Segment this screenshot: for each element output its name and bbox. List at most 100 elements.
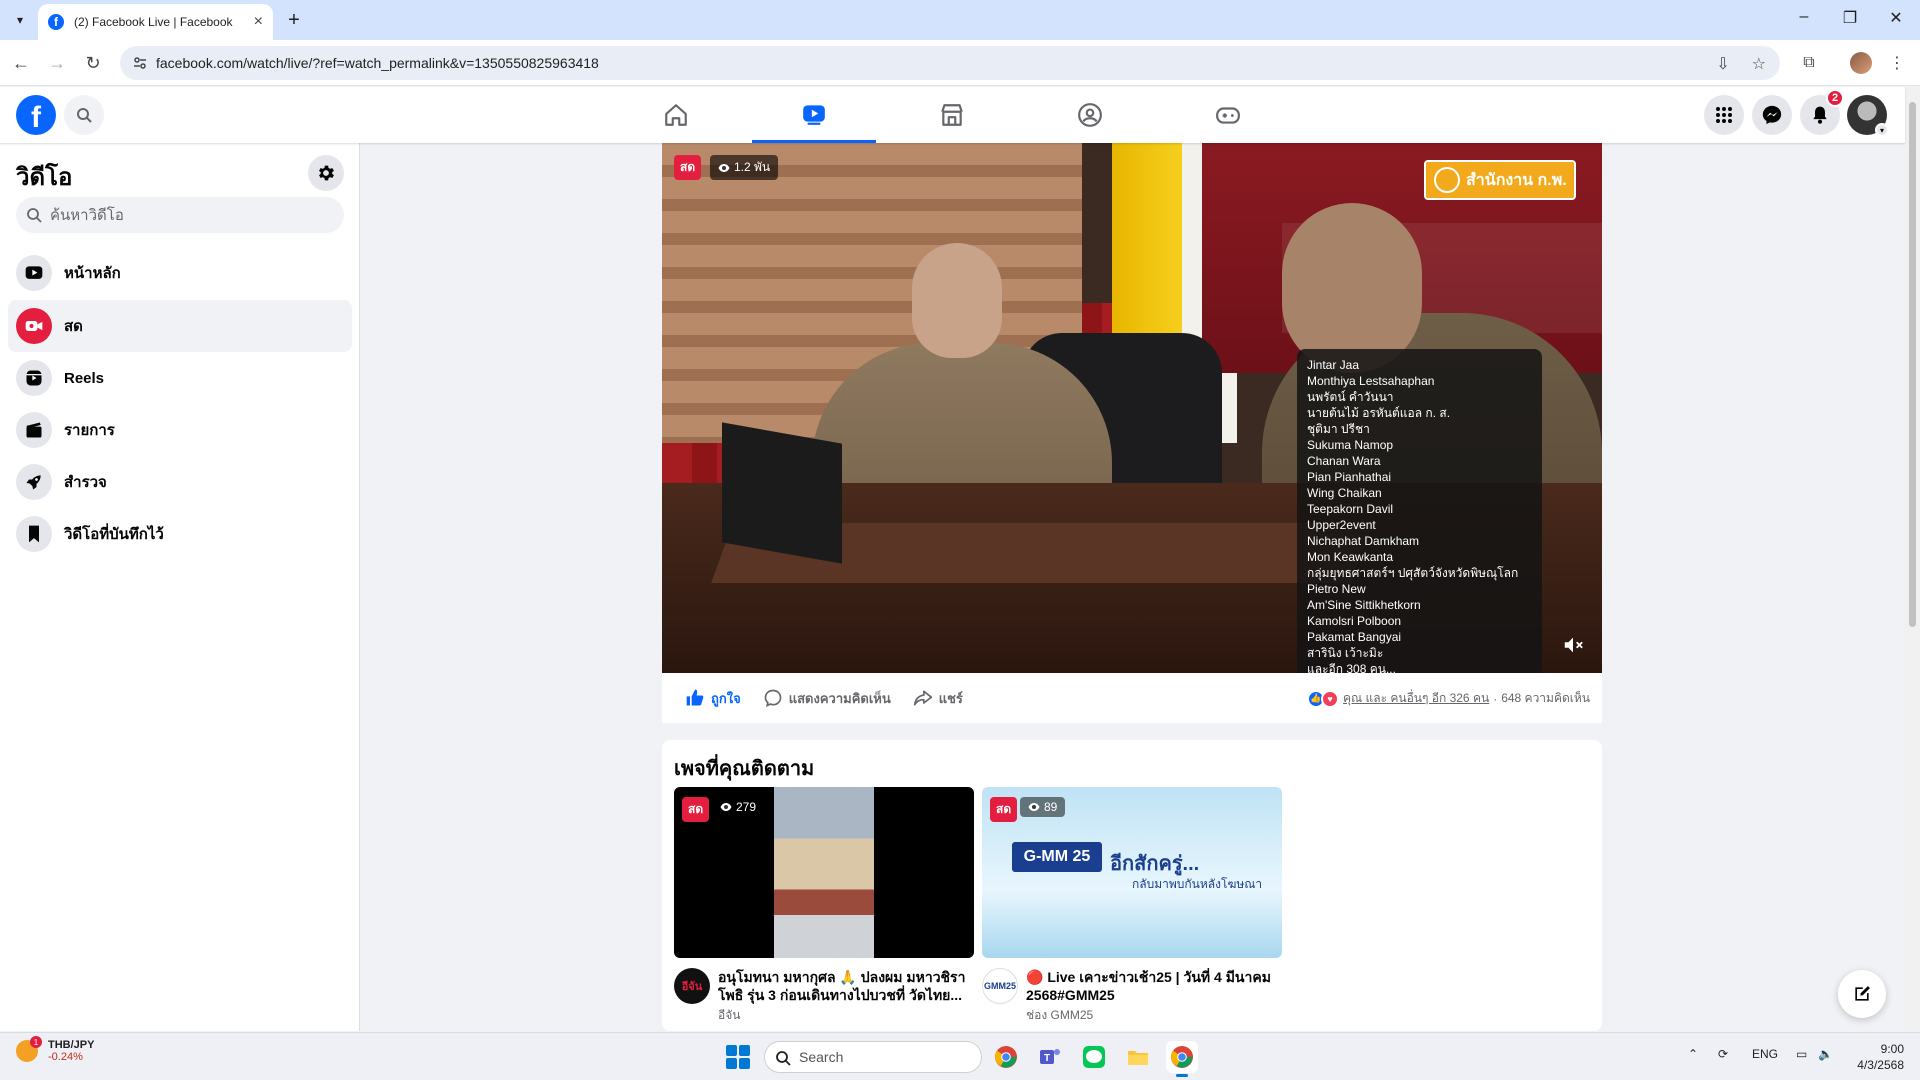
settings-gear-icon[interactable]	[308, 155, 344, 191]
ticker-change: -0.24%	[48, 1051, 83, 1063]
video-thumbnail[interactable]: สด 279	[674, 787, 974, 958]
watch-sidebar: วิดีโอ ค้นหาวิดีโอ หน้าหลัก สด Reels ราย…	[0, 143, 360, 1031]
volume-icon[interactable]: 🔈	[1818, 1047, 1833, 1061]
sidebar-item-home[interactable]: หน้าหลัก	[8, 247, 352, 299]
share-arrow-icon	[913, 690, 932, 706]
live-badge: สด	[990, 797, 1018, 822]
tab-search-chevron-icon[interactable]: ▾	[8, 8, 32, 32]
sidebar-item-saved[interactable]: วิดีโอที่บันทึกไว้	[8, 508, 352, 560]
browser-tab-bar: ▾ f (2) Facebook Live | Facebook × + – ❐…	[0, 0, 1920, 40]
address-bar[interactable]: facebook.com/watch/live/?ref=watch_perma…	[120, 46, 1780, 80]
system-clock[interactable]: 9:00 4/3/2568	[1850, 1041, 1904, 1073]
facebook-logo-icon[interactable]: f	[16, 95, 56, 135]
like-button[interactable]: ถูกใจ	[685, 688, 741, 709]
sidebar-item-shows[interactable]: รายการ	[8, 404, 352, 456]
viewer-name: Mon Keawkanta	[1307, 550, 1394, 564]
nav-groups-icon[interactable]	[1028, 87, 1152, 143]
nav-marketplace-icon[interactable]	[890, 87, 1014, 143]
live-video-player[interactable]: สด 1.2 พัน สำนักงาน ก.พ. Jintar Jaa Mont…	[662, 143, 1602, 673]
url-text: facebook.com/watch/live/?ref=watch_perma…	[156, 55, 599, 71]
new-message-compose-icon[interactable]	[1838, 970, 1886, 1018]
bookmark-star-icon[interactable]: ☆	[1752, 54, 1766, 74]
live-video-card[interactable]: G-MM 25 อีกสักครู่... กลับมาพบกันหลังโฆษ…	[982, 787, 1282, 1025]
eye-icon	[720, 803, 732, 811]
viewer-name: นพรัตน์ คำวันนา	[1307, 390, 1394, 404]
notifications-bell-icon[interactable]: 2	[1800, 89, 1844, 135]
sidebar-title: วิดีโอ	[16, 164, 73, 191]
site-info-icon[interactable]	[132, 55, 148, 71]
sidebar-item-explore[interactable]: สำรวจ	[8, 456, 352, 508]
page-name[interactable]: อีจัน	[718, 1006, 974, 1025]
comment-button[interactable]: แสดงความคิดเห็น	[763, 688, 891, 709]
close-window-icon[interactable]: ✕	[1876, 8, 1916, 28]
windows-start-icon[interactable]	[726, 1045, 750, 1069]
facebook-search-icon[interactable]	[64, 95, 104, 135]
line-app-icon[interactable]	[1078, 1041, 1110, 1073]
section-title: เพจที่คุณติดตาม	[674, 758, 815, 780]
network-icon[interactable]: ▭	[1796, 1047, 1807, 1061]
menu-grid-icon[interactable]	[1704, 95, 1744, 135]
video-title[interactable]: 🔴 Live เคาะข่าวเช้า25 | วันที่ 4 มีนาคม …	[1026, 968, 1282, 1004]
currency-widget[interactable]: 1 THB/JPY -0.24%	[16, 1036, 95, 1063]
video-search-input[interactable]: ค้นหาวิดีโอ	[16, 197, 344, 233]
nav-gaming-icon[interactable]	[1166, 87, 1290, 143]
account-chevron-icon[interactable]: ▾	[1875, 123, 1889, 137]
scrollbar-thumb[interactable]	[1909, 102, 1916, 627]
sidebar-item-label: รายการ	[64, 422, 115, 439]
install-app-icon[interactable]: ⇩	[1716, 54, 1729, 74]
viewer-name: นายต้นไม้ อรหันต์แอล ก. ส.	[1307, 406, 1451, 420]
reload-icon[interactable]: ↻	[80, 50, 106, 76]
back-arrow-icon[interactable]: ←	[8, 50, 34, 76]
messenger-icon[interactable]	[1752, 95, 1792, 135]
page-name[interactable]: ช่อง GMM25	[1026, 1006, 1282, 1025]
minimize-icon[interactable]: –	[1784, 8, 1824, 26]
explore-rocket-icon	[16, 464, 52, 500]
new-tab-button[interactable]: +	[282, 8, 306, 32]
chrome-active-app-icon[interactable]	[1166, 1041, 1198, 1077]
sync-icon[interactable]: ⟳	[1718, 1047, 1728, 1061]
nav-home-icon[interactable]	[614, 87, 738, 143]
sidebar-item-reels[interactable]: Reels	[8, 352, 352, 404]
sidebar-item-live[interactable]: สด	[8, 300, 352, 352]
nav-watch-icon[interactable]	[752, 87, 876, 143]
comments-count[interactable]: 648 ความคิดเห็น	[1501, 689, 1590, 708]
clock-date: 4/3/2568	[1857, 1058, 1904, 1072]
live-video-card[interactable]: สด 279 อีจัน อนุโมทนา มหากุศล 🙏 ปลงผม มห…	[674, 787, 974, 1025]
taskbar-search-placeholder: Search	[799, 1049, 844, 1065]
browser-menu-icon[interactable]: ⋮	[1884, 50, 1910, 76]
video-thumbnail[interactable]: G-MM 25 อีกสักครู่... กลับมาพบกันหลังโฆษ…	[982, 787, 1282, 958]
show-hidden-icons-chevron[interactable]: ⌃	[1688, 1047, 1698, 1061]
viewer-name-more: และอีก 308 คน...	[1307, 662, 1396, 673]
file-explorer-icon[interactable]	[1122, 1041, 1154, 1073]
page-avatar[interactable]: GMM25	[982, 968, 1018, 1004]
viewer-name: Am'Sine Sittikhetkorn	[1307, 598, 1421, 612]
forward-arrow-icon[interactable]: →	[44, 50, 70, 76]
restore-icon[interactable]: ❐	[1830, 8, 1870, 28]
share-button[interactable]: แชร์	[913, 688, 963, 709]
sidebar-item-label: วิดีโอที่บันทึกไว้	[64, 526, 164, 543]
tab-title: (2) Facebook Live | Facebook	[74, 15, 233, 29]
ticker-name: THB/JPY	[48, 1039, 95, 1051]
muted-speaker-icon[interactable]	[1562, 634, 1584, 659]
browser-tab-active[interactable]: f (2) Facebook Live | Facebook ×	[38, 4, 273, 40]
love-reaction-icon: ♥	[1321, 689, 1339, 708]
page-avatar[interactable]: อีจัน	[674, 968, 710, 1004]
input-language[interactable]: ENG	[1752, 1047, 1778, 1061]
search-icon	[27, 208, 42, 223]
taskbar-search-box[interactable]: Search	[764, 1041, 982, 1073]
extensions-puzzle-icon[interactable]: ⧉	[1796, 50, 1822, 76]
eye-icon	[1028, 803, 1040, 811]
chrome-app-icon[interactable]	[990, 1041, 1022, 1073]
teams-app-icon[interactable]: T	[1034, 1041, 1066, 1073]
reactions-text[interactable]: คุณ และ คนอื่นๆ อีก 326 คน	[1343, 689, 1489, 708]
viewer-name: Sukuma Namop	[1307, 438, 1394, 452]
viewer-name: Pian Pianhathai	[1307, 470, 1392, 484]
viewer-name: Monthiya Lestsahaphan	[1307, 374, 1435, 388]
video-title[interactable]: อนุโมทนา มหากุศล 🙏 ปลงผม มหาวชิรา โพธิ ร…	[718, 968, 974, 1004]
viewer-count[interactable]: 1.2 พัน	[710, 155, 779, 180]
reactions-summary[interactable]: 👍 ♥ คุณ และ คนอื่นๆ อีก 326 คน · 648 ควา…	[1307, 689, 1590, 708]
page-scrollbar[interactable]	[1905, 87, 1920, 1031]
tab-close-icon[interactable]: ×	[254, 13, 263, 31]
browser-profile-avatar[interactable]	[1848, 50, 1874, 76]
viewer-name: สารินิง เว้าะมิะ	[1307, 646, 1384, 660]
